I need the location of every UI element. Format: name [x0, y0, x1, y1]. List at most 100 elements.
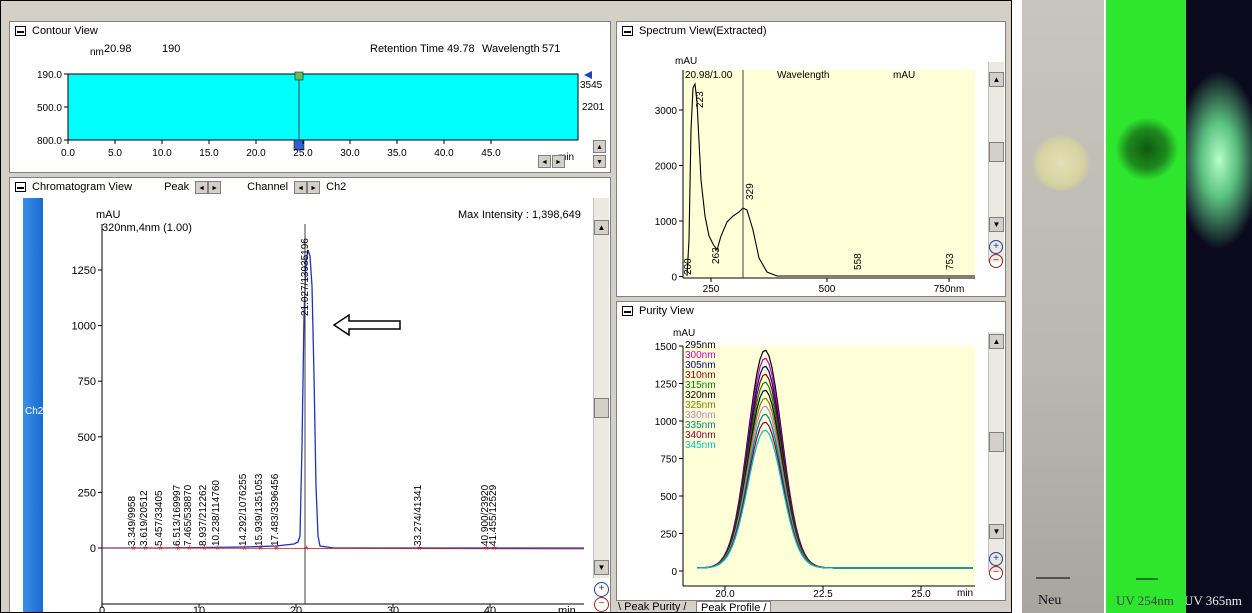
- purity-scroll-down-button[interactable]: ▼: [989, 524, 1004, 539]
- contour-wavelength-label: Wavelength: [482, 43, 540, 55]
- chromatogram-view-header: Chromatogram View Peak ◄ ► Channel ◄ ► Ch2: [10, 178, 346, 196]
- contour-y-tick-label: 800.0: [37, 136, 62, 147]
- chromatogram-zoom-out-icon[interactable]: −: [594, 597, 609, 612]
- tab-peak-purity[interactable]: \ Peak Purity /: [618, 601, 687, 613]
- spectrum-peak-label: 753: [945, 253, 956, 270]
- spectrum-peak-label: 223: [695, 91, 706, 108]
- spectrum-peak-label: 200: [683, 258, 694, 275]
- chromatogram-scrollbar[interactable]: ▲ ▼: [593, 198, 609, 578]
- contour-wavelength-readout: 190: [162, 43, 180, 55]
- panel-minimize-icon[interactable]: [15, 26, 26, 36]
- spectrum-scroll-up-button[interactable]: ▲: [989, 72, 1004, 87]
- tlc-baseline-uv254: [1136, 578, 1158, 580]
- channel-side-tab-label: Ch2: [25, 406, 44, 417]
- chromatogram-zoom-in-icon[interactable]: +: [594, 582, 609, 597]
- panel-minimize-icon[interactable]: [622, 26, 633, 36]
- chromatogram-peak-label: 3.619/20512: [139, 490, 150, 546]
- spectrum-view-title: Spectrum View(Extracted): [639, 25, 767, 37]
- contour-x-tick-label: 0.0: [61, 148, 75, 159]
- contour-plot[interactable]: nm 20.98 190 Retention Time 49.78 Wavele…: [10, 40, 610, 172]
- chromatogram-x-unit: min: [558, 605, 576, 613]
- contour-right-value-2: 2201: [582, 102, 605, 113]
- panel-minimize-icon[interactable]: [622, 306, 633, 316]
- spectrum-scroll-thumb[interactable]: [989, 142, 1004, 162]
- purity-zoom-in-icon[interactable]: +: [989, 552, 1003, 566]
- chromatogram-plot[interactable]: mAU 320nm,4nm (1.00) Max Intensity : 1,3…: [44, 196, 584, 613]
- contour-unit: nm: [90, 47, 104, 58]
- purity-x-unit: min: [957, 588, 973, 599]
- spectrum-zoom-out-icon[interactable]: −: [989, 254, 1003, 268]
- tlc-photo-uv254: UV 254nm: [1106, 0, 1186, 613]
- spectrum-peak-label: 263: [711, 247, 722, 264]
- chromatogram-y-tick-label: 1000: [72, 321, 96, 333]
- chromatogram-scroll-up-button[interactable]: ▲: [594, 220, 609, 235]
- chromatogram-scroll-thumb[interactable]: [594, 398, 609, 418]
- peak-next-button[interactable]: ►: [208, 180, 222, 194]
- chromatogram-scroll-down-button[interactable]: ▼: [594, 560, 609, 575]
- spectrum-y-tick-label: 1000: [655, 217, 678, 228]
- chromatogram-y-tick-label: 0: [90, 543, 96, 555]
- chromatogram-x-tick-label: 0: [99, 605, 105, 613]
- spectrum-y-tick-label: 3000: [655, 106, 678, 117]
- tab-peak-purity-label: Peak Purity: [624, 601, 681, 613]
- contour-scroll-left-button[interactable]: ◄: [538, 155, 551, 168]
- contour-cursor-marker-top: [294, 71, 304, 81]
- purity-scroll-thumb[interactable]: [989, 432, 1004, 452]
- purity-plot[interactable]: mAU 1500125010007505002500 20.0 22.5 25.0 …: [617, 320, 987, 600]
- contour-scroll-right-button[interactable]: ►: [552, 155, 565, 168]
- spectrum-plot[interactable]: mAU 20.98/1.00 Wavelength mAU 3000200010…: [617, 40, 987, 296]
- peak-nav-label: Peak: [164, 181, 190, 193]
- contour-x-tick-label: 15.0: [199, 148, 219, 159]
- contour-view-title: Contour View: [32, 25, 98, 37]
- chromatogram-y-tick-label: 250: [78, 487, 96, 499]
- peak-marker-icon: *: [202, 543, 207, 557]
- spectrum-x-tick-label: 500: [819, 284, 836, 295]
- chromatogram-view-panel: Chromatogram View Peak ◄ ► Channel ◄ ► Ch2…: [9, 177, 611, 613]
- purity-scroll-up-button[interactable]: ▲: [989, 334, 1004, 349]
- chromatogram-peak-label: 3.349/9958: [127, 496, 138, 546]
- channel-prev-button[interactable]: ◄: [294, 180, 308, 194]
- spectrum-scrollbar[interactable]: ▲ ▼: [988, 62, 1004, 262]
- chromatogram-peak-label: 33.274/41341: [413, 484, 424, 546]
- peak-prev-button[interactable]: ◄: [195, 180, 209, 194]
- spectrum-scroll-down-button[interactable]: ▼: [989, 217, 1004, 232]
- channel-side-tab[interactable]: Ch2: [23, 198, 44, 612]
- tlc-spot-uv365: [1186, 70, 1252, 250]
- peak-marker-icon: *: [176, 543, 181, 557]
- peak-marker-icon: *: [158, 543, 163, 557]
- purity-zoom-out-icon[interactable]: −: [989, 566, 1003, 580]
- spectrum-col-wavelength: Wavelength: [777, 70, 829, 81]
- chromatogram-max-intensity: Max Intensity : 1,398,649: [458, 209, 581, 221]
- channel-nav-label: Channel: [247, 181, 289, 193]
- contour-scroll-down-button[interactable]: ▼: [593, 155, 606, 168]
- channel-next-button[interactable]: ►: [307, 180, 321, 194]
- contour-x-tick-label: 35.0: [387, 148, 407, 159]
- contour-scroll-up-button[interactable]: ▲: [593, 140, 606, 153]
- chromatogram-peak-label: 6.513/169997: [172, 484, 183, 546]
- spectrum-x-tick-label: 250: [703, 284, 720, 295]
- panel-minimize-icon[interactable]: [15, 182, 26, 192]
- purity-unit: mAU: [673, 328, 695, 339]
- chromatogram-peak-label: 10.238/114760: [211, 480, 222, 546]
- peak-marker-icon: *: [417, 543, 422, 557]
- peak-marker-icon: *: [274, 543, 279, 557]
- peak-marker-icon: *: [492, 543, 497, 557]
- contour-x-tick-label: 10.0: [152, 148, 172, 159]
- purity-tab-bar: \ Peak Purity / Peak Profile /: [616, 601, 1006, 613]
- contour-x-tick-label: 20.0: [246, 148, 266, 159]
- tab-peak-profile[interactable]: Peak Profile /: [696, 601, 772, 612]
- purity-scrollbar[interactable]: ▲ ▼: [988, 332, 1004, 572]
- photo-label-uv254: UV 254nm: [1116, 593, 1174, 608]
- peak-marker-icon: *: [258, 543, 263, 557]
- contour-view-header: Contour View: [10, 22, 98, 40]
- spectrum-zoom-in-icon[interactable]: +: [989, 240, 1003, 254]
- purity-view-header: Purity View: [617, 302, 694, 320]
- spectrum-view-header: Spectrum View(Extracted): [617, 22, 767, 40]
- peak-marker-icon: *: [304, 543, 309, 557]
- chromatogram-peak-label: 41.455/12529: [488, 484, 499, 546]
- purity-y-tick-label: 1000: [655, 417, 678, 428]
- peak-marker-icon: *: [215, 543, 220, 557]
- chromatogram-x-tick-label: 20: [290, 605, 302, 613]
- chromatogram-y-tick-label: 750: [78, 376, 96, 388]
- chromatogram-peak-label: 17.483/3396456: [270, 473, 281, 546]
